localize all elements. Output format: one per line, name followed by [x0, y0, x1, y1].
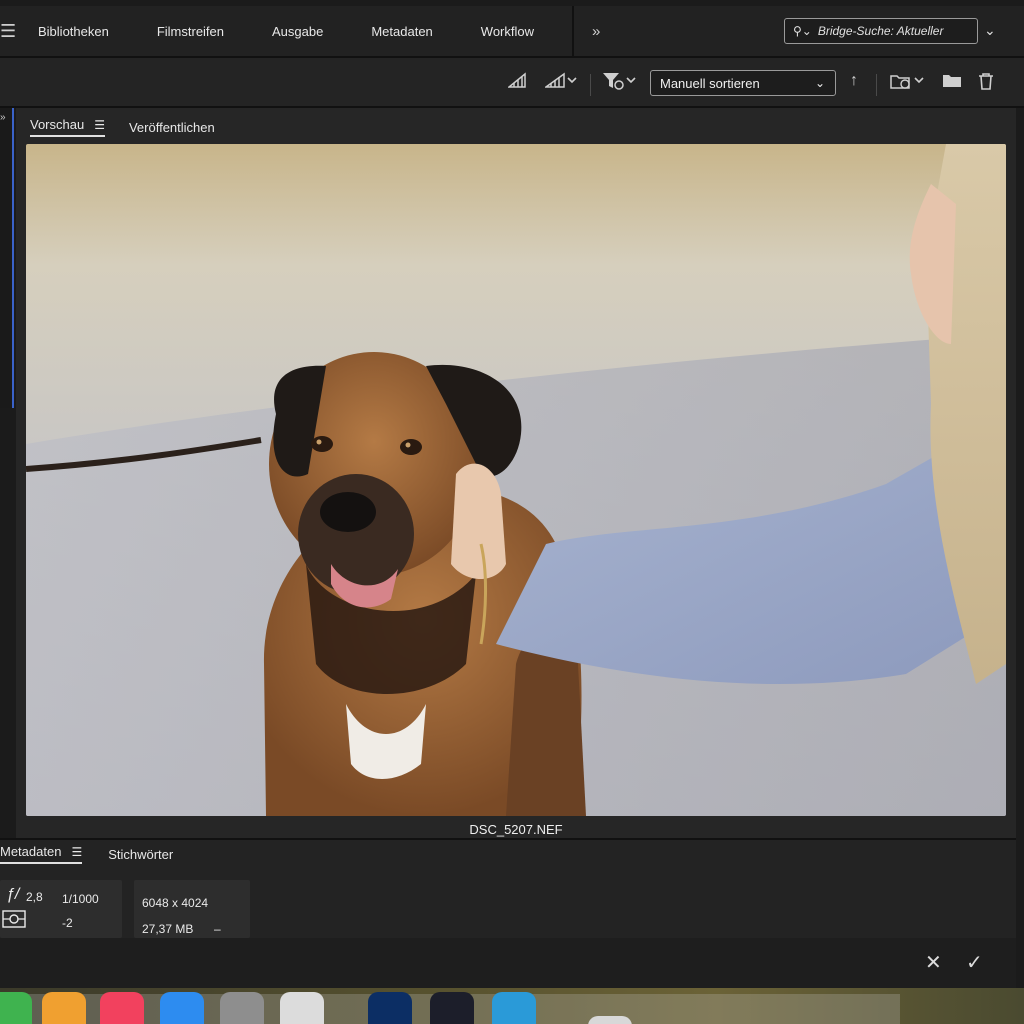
aperture-value: 2,8 [26, 890, 43, 904]
photoshop-app-icon[interactable] [368, 992, 412, 1024]
app-store-icon[interactable] [160, 992, 204, 1024]
panel-menu-icon[interactable]: ☰ [71, 845, 82, 859]
workspace-tab-filmstreifen[interactable]: Filmstreifen [133, 24, 248, 39]
bridge-window: ☰ Bibliotheken Filmstreifen Ausgabe Meta… [0, 0, 1024, 1024]
workspace-tab-bibliotheken[interactable]: Bibliotheken [14, 24, 133, 39]
preview-filename: DSC_5207.NEF [469, 822, 563, 837]
double-chevron-right-icon[interactable]: » [592, 23, 600, 40]
arrow-up-icon[interactable]: ↑ [850, 72, 858, 90]
toolbar-divider [590, 74, 591, 96]
toolbar-divider [876, 74, 877, 96]
workspace-tab-ausgabe[interactable]: Ausgabe [248, 24, 347, 39]
panel-menu-icon[interactable]: ☰ [94, 118, 105, 132]
close-icon[interactable]: ✕ [925, 950, 942, 975]
image-dimensions: 6048 x 4024 [142, 896, 209, 910]
metadata-panel-tabs: Metadaten ☰ Stichwörter [0, 844, 199, 864]
preview-image[interactable] [26, 144, 1006, 816]
dock-app-icon[interactable] [588, 1016, 632, 1024]
metadata-panel: Metadaten ☰ Stichwörter ƒ/ 2,8 1/1000 -2… [0, 838, 1016, 938]
tab-veroeffentlichen[interactable]: Veröffentlichen [129, 120, 215, 135]
bridge-app-icon[interactable] [430, 992, 474, 1024]
shutter-value: 1/1000 [62, 892, 99, 906]
chevron-down-icon: ⌄ [814, 76, 825, 90]
lightroom-app-icon[interactable] [492, 992, 536, 1024]
tab-stichwoerter[interactable]: Stichwörter [108, 847, 173, 862]
search-placeholder: Bridge-Suche: Aktueller [817, 24, 944, 38]
trash-icon[interactable] [977, 72, 995, 95]
sort-select-label: Manuell sortieren [660, 75, 760, 91]
folder-icon[interactable] [942, 72, 962, 93]
system-settings-icon[interactable] [220, 992, 264, 1024]
numbers-app-icon[interactable] [0, 992, 32, 1024]
preview-panel: Vorschau ☰ Veröffentlichen DSC_5207.NEF [16, 108, 1016, 880]
workspace-tabs: Bibliotheken Filmstreifen Ausgabe Metada… [14, 6, 574, 56]
workspace-bar: ☰ Bibliotheken Filmstreifen Ausgabe Meta… [0, 6, 1024, 58]
search-input[interactable]: ⚲⌄ Bridge-Suche: Aktueller [784, 18, 978, 44]
tab-stichwoerter-label: Stichwörter [108, 846, 174, 862]
preview-photo [26, 144, 1006, 816]
confirm-bar: ✕ ✓ [0, 938, 1016, 988]
check-icon[interactable]: ✓ [966, 950, 983, 975]
preview-panel-tabs: Vorschau ☰ Veröffentlichen [30, 114, 239, 140]
tab-vorschau[interactable]: Vorschau ☰ [30, 117, 105, 137]
toolbar: Manuell sortieren ⌄ ↑ [0, 58, 1024, 108]
workspace-tab-workflow[interactable]: Workflow [457, 24, 558, 39]
exposure-info-box: ƒ/ 2,8 1/1000 -2 [0, 880, 122, 938]
filter-icon[interactable] [602, 72, 638, 95]
rating-icon[interactable] [506, 72, 526, 93]
tab-metadaten[interactable]: Metadaten ☰ [0, 844, 83, 864]
empty-value-dash: – [214, 922, 221, 936]
double-chevron-right-icon[interactable]: » [0, 112, 6, 123]
script-editor-icon[interactable] [280, 992, 324, 1024]
menu-icon[interactable]: ☰ [0, 21, 16, 42]
tab-metadaten-label: Metadaten [0, 844, 62, 859]
pages-app-icon[interactable] [42, 992, 86, 1024]
file-size: 27,37 MB [142, 922, 194, 936]
metering-icon [2, 910, 26, 931]
workspace-tab-metadaten[interactable]: Metadaten [347, 24, 456, 39]
exposure-compensation-value: -2 [62, 916, 73, 930]
tab-vorschau-label: Vorschau [30, 117, 85, 132]
search-icon: ⚲⌄ [793, 24, 812, 38]
recent-folder-icon[interactable] [890, 72, 926, 95]
file-info-box: 6048 x 4024 27,37 MB – [134, 880, 250, 938]
left-panel-edge[interactable]: » [0, 108, 14, 408]
music-app-icon[interactable] [100, 992, 144, 1024]
aperture-prefix: ƒ/ [6, 886, 20, 903]
sort-select[interactable]: Manuell sortieren ⌄ [650, 70, 836, 96]
chevron-down-icon[interactable]: ⌄ [984, 22, 996, 39]
rating-filter-icon[interactable] [543, 72, 579, 93]
tab-veroeffentlichen-label: Veröffentlichen [128, 119, 215, 135]
